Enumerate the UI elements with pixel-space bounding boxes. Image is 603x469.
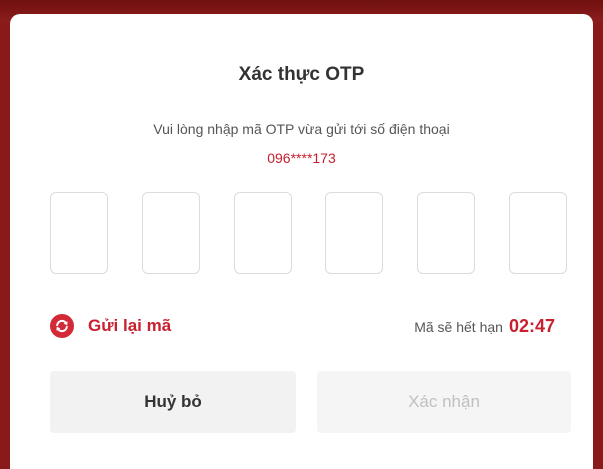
expiry-countdown: 02:47	[508, 316, 555, 336]
otp-dialog: Xác thực OTP Vui lòng nhập mã OTP vừa gử…	[10, 14, 593, 469]
otp-digit-6[interactable]	[508, 192, 567, 274]
dialog-title: Xác thực OTP	[238, 64, 365, 85]
cancel-button[interactable]: Huỷ bỏ	[50, 371, 296, 433]
otp-input-row	[50, 192, 567, 277]
otp-digit-4[interactable]	[325, 192, 384, 274]
expiry-label: Mã sẽ hết hạn	[414, 319, 503, 335]
otp-digit-1[interactable]	[50, 192, 108, 274]
otp-digit-3[interactable]	[233, 192, 292, 274]
masked-phone-number: 096****173	[267, 150, 336, 166]
otp-digit-2[interactable]	[141, 192, 200, 274]
resend-code-link[interactable]: Gửi lại mã	[50, 314, 171, 338]
resend-code-label: Gửi lại mã	[88, 316, 172, 335]
confirm-button[interactable]: Xác nhận	[317, 371, 571, 433]
code-expiry: Mã sẽ hết hạn 02:47	[414, 316, 555, 337]
refresh-icon	[50, 314, 74, 338]
otp-instruction: Vui lòng nhập mã OTP vừa gửi tới số điện…	[153, 121, 450, 137]
otp-digit-5[interactable]	[417, 192, 476, 274]
